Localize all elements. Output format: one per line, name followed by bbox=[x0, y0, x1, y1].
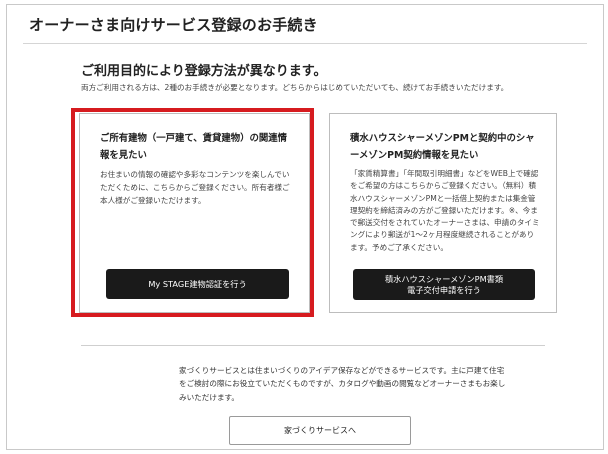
button-label-line2: 電子交付申請を行う bbox=[407, 284, 481, 295]
home-building-service-button[interactable]: 家づくりサービスへ bbox=[229, 416, 411, 445]
card-body: 「家賃精算書」「年間取引明細書」などをWEB上で確認をご希望の方はこちらからご登… bbox=[350, 169, 540, 252]
button-label: My STAGE建物認証を行う bbox=[148, 278, 247, 289]
page-title: オーナーさま向けサービス登録のお手続き bbox=[29, 16, 318, 34]
section-heading: ご利用目的により登録方法が異なります。 bbox=[81, 64, 327, 79]
my-stage-auth-button[interactable]: My STAGE建物認証を行う bbox=[106, 269, 289, 299]
button-label-line1: 積水ハウスシャーメゾンPM書類 bbox=[384, 273, 504, 284]
header-divider bbox=[23, 43, 587, 44]
section-divider bbox=[81, 345, 545, 346]
card-body: お住まいの情報の確認や多彩なコンテンツを楽しんでいただくために、こちらからご登録… bbox=[100, 170, 290, 205]
section-description: 両方ご利用される方は、2種のお手続きが必要となります。どちらからはじめていただい… bbox=[81, 83, 509, 92]
pm-e-delivery-button[interactable]: 積水ハウスシャーメゾンPM書類 電子交付申請を行う bbox=[353, 269, 535, 300]
card-title: ご所有建物（一戸建て、賃貸建物）の関連情報を見たい bbox=[100, 133, 288, 161]
page-frame: オーナーさま向けサービス登録のお手続き ご利用目的により登録方法が異なります。 … bbox=[6, 4, 604, 450]
card-sha-maison-pm: 積水ハウスシャーメゾンPMと契約中のシャーメゾンPM契約情報を見たい 「家賃精算… bbox=[329, 113, 557, 313]
card-title: 積水ハウスシャーメゾンPMと契約中のシャーメゾンPM契約情報を見たい bbox=[350, 133, 535, 161]
card-my-stage: ご所有建物（一戸建て、賃貸建物）の関連情報を見たい お住まいの情報の確認や多彩な… bbox=[79, 113, 310, 313]
footer-description: 家づくりサービスとは住まいづくりのアイデア保存などができるサービスです。主に戸建… bbox=[179, 366, 506, 402]
button-label: 家づくりサービスへ bbox=[284, 426, 356, 435]
